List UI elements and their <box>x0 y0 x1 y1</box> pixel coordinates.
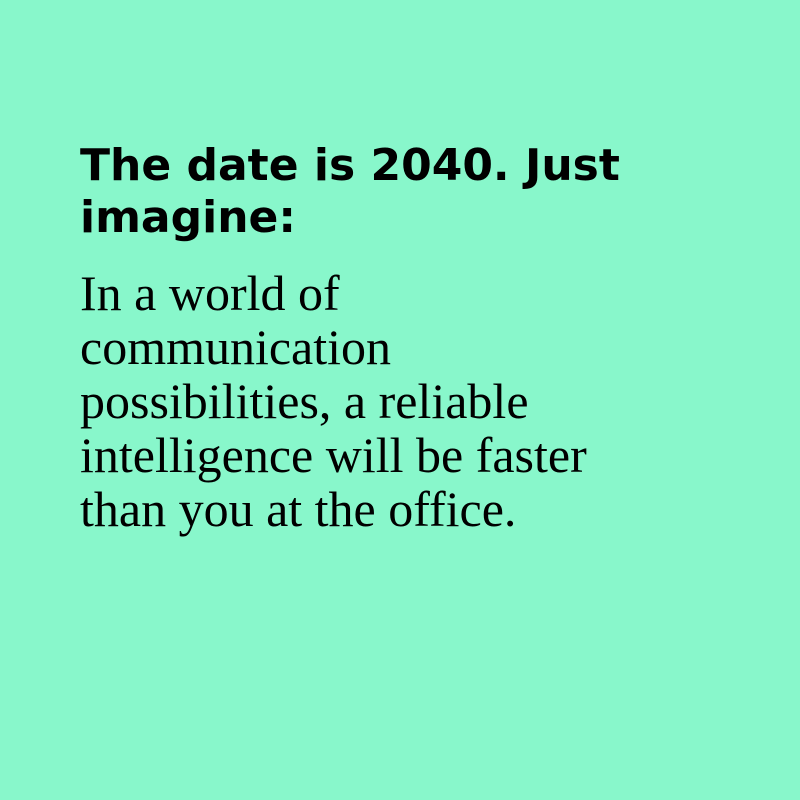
headline: The date is 2040. Just imagine: <box>80 140 620 243</box>
quote-card: The date is 2040. Just imagine: In a wor… <box>0 0 800 800</box>
body-text: In a world of communication possibilitie… <box>80 265 587 537</box>
